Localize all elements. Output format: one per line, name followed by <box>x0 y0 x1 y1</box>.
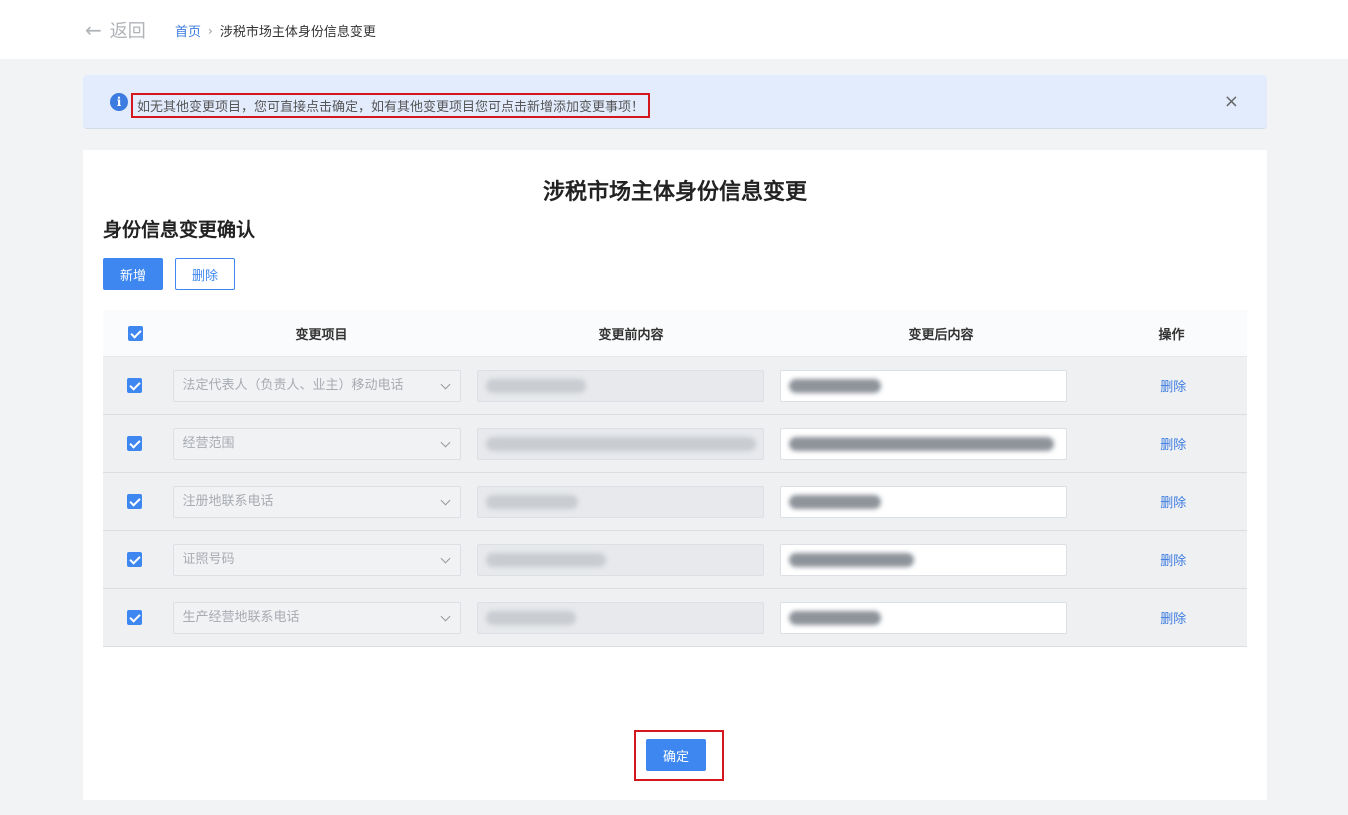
info-icon: i <box>110 93 128 111</box>
select-all-checkbox[interactable] <box>127 325 143 341</box>
header-operation: 操作 <box>1158 327 1185 343</box>
change-item-select[interactable]: 经营范围 <box>173 427 461 460</box>
chevron-down-icon <box>440 553 451 563</box>
table-row: 注册地联系电话 删除 <box>103 473 1247 531</box>
row-delete-link[interactable]: 删除 <box>1100 608 1247 627</box>
chevron-down-icon <box>440 495 451 505</box>
after-value-input[interactable] <box>779 369 1067 402</box>
table-row: 生产经营地联系电话 删除 <box>103 589 1247 647</box>
change-table: 变更项目 变更前内容 变更后内容 操作 法定代表人（负责人、业主）移动电话 删除… <box>103 310 1247 647</box>
change-item-value: 经营范围 <box>182 435 235 451</box>
redacted-value <box>788 494 881 509</box>
table-row: 法定代表人（负责人、业主）移动电话 删除 <box>103 357 1247 415</box>
redacted-value <box>485 494 578 509</box>
table-row: 经营范围 删除 <box>103 415 1247 473</box>
row-delete-link[interactable]: 删除 <box>1100 492 1247 511</box>
change-item-value: 法定代表人（负责人、业主）移动电话 <box>182 377 404 393</box>
after-value-input[interactable] <box>779 601 1067 634</box>
header-item: 变更项目 <box>295 327 348 343</box>
breadcrumb-home-link[interactable]: 首页 <box>175 21 201 40</box>
row-checkbox[interactable] <box>126 436 142 451</box>
chevron-down-icon <box>440 437 451 447</box>
redacted-value <box>485 552 606 567</box>
row-checkbox[interactable] <box>126 552 142 567</box>
row-delete-link[interactable]: 删除 <box>1100 550 1247 569</box>
info-notice: i 如无其他变更项目，您可直接点击确定，如有其他变更项目您可点击新增添加变更事项… <box>83 75 1267 129</box>
page-title: 涉税市场主体身份信息变更 <box>542 180 807 205</box>
confirm-button[interactable]: 确定 <box>646 739 706 771</box>
back-label: 返回 <box>109 21 146 42</box>
before-value-field <box>476 543 764 576</box>
change-item-select[interactable]: 生产经营地联系电话 <box>173 601 461 634</box>
arrow-left-icon: ← <box>85 18 102 42</box>
add-button[interactable]: 新增 <box>103 258 163 290</box>
before-value-field <box>476 601 764 634</box>
change-item-select[interactable]: 证照号码 <box>173 543 461 576</box>
chevron-down-icon <box>440 379 451 389</box>
chevron-down-icon <box>440 611 451 621</box>
breadcrumb: 首页 › 涉税市场主体身份信息变更 <box>175 21 376 41</box>
header-before: 变更前内容 <box>598 327 664 343</box>
before-value-field <box>476 369 764 402</box>
section-title: 身份信息变更确认 <box>103 219 256 241</box>
breadcrumb-current: 涉税市场主体身份信息变更 <box>219 25 376 40</box>
redacted-value <box>485 378 586 393</box>
after-value-input[interactable] <box>779 427 1067 460</box>
header-after: 变更后内容 <box>908 327 974 343</box>
redacted-value <box>788 436 1054 451</box>
confirm-highlight: 确定 <box>634 730 724 781</box>
redacted-value <box>485 436 756 451</box>
notice-text: 如无其他变更项目，您可直接点击确定，如有其他变更项目您可点击新增添加变更事项！ <box>131 93 651 118</box>
close-icon[interactable]: × <box>1224 91 1239 112</box>
row-checkbox[interactable] <box>126 494 142 509</box>
redacted-value <box>788 552 914 567</box>
change-item-value: 生产经营地联系电话 <box>182 609 300 625</box>
top-bar: ← 返回 首页 › 涉税市场主体身份信息变更 <box>0 0 1348 59</box>
row-checkbox[interactable] <box>126 610 142 625</box>
change-item-select[interactable]: 法定代表人（负责人、业主）移动电话 <box>173 369 461 402</box>
main-panel: 涉税市场主体身份信息变更 身份信息变更确认 新增 删除 变更项目 变更前内容 变… <box>83 150 1267 800</box>
back-button[interactable]: ← 返回 <box>85 17 146 43</box>
redacted-value <box>788 378 881 393</box>
chevron-right-icon: › <box>208 23 213 38</box>
row-checkbox[interactable] <box>126 378 142 393</box>
change-item-value: 注册地联系电话 <box>182 493 274 509</box>
after-value-input[interactable] <box>779 543 1067 576</box>
redacted-value <box>788 610 881 625</box>
change-item-value: 证照号码 <box>182 551 235 567</box>
after-value-input[interactable] <box>779 485 1067 518</box>
before-value-field <box>476 427 764 460</box>
table-header: 变更项目 变更前内容 变更后内容 操作 <box>103 310 1247 357</box>
row-delete-link[interactable]: 删除 <box>1100 376 1247 395</box>
delete-selected-button[interactable]: 删除 <box>175 258 235 290</box>
row-delete-link[interactable]: 删除 <box>1100 434 1247 453</box>
table-row: 证照号码 删除 <box>103 531 1247 589</box>
before-value-field <box>476 485 764 518</box>
change-item-select[interactable]: 注册地联系电话 <box>173 485 461 518</box>
redacted-value <box>485 610 576 625</box>
